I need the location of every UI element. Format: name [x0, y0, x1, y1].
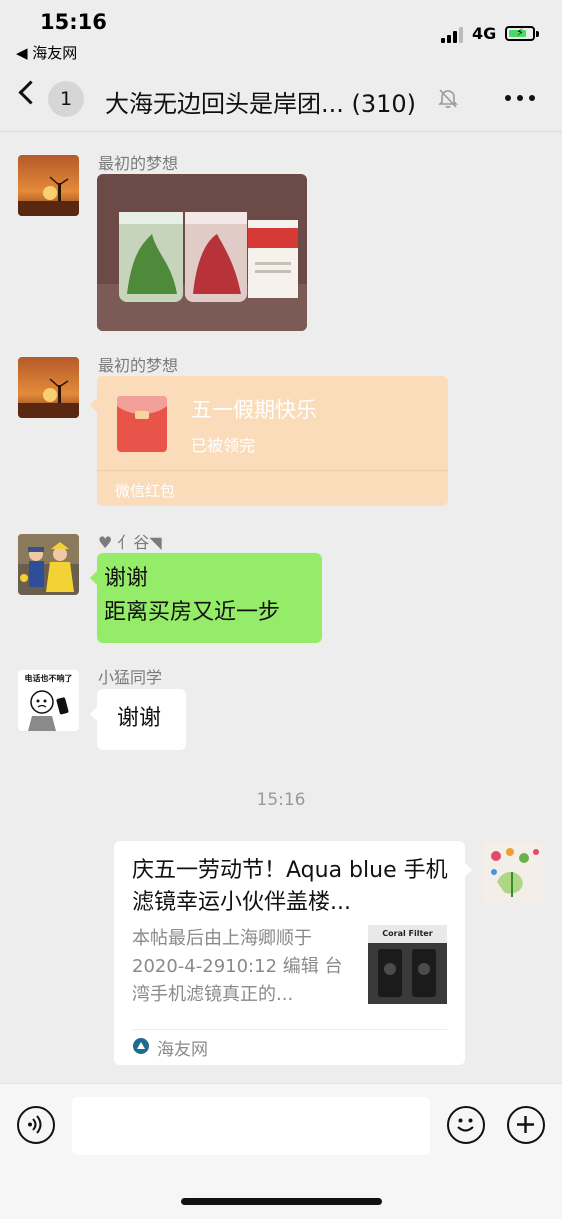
message-bubble[interactable]: 谢谢: [90, 689, 186, 750]
shared-photo[interactable]: [97, 174, 307, 331]
sender-name: 最初的梦想: [98, 356, 179, 375]
avatar-sunset[interactable]: [18, 155, 79, 216]
nav-divider: [0, 131, 562, 132]
network-type: 4G: [472, 24, 497, 43]
avatar-kids[interactable]: [18, 534, 79, 595]
signal-icon: [441, 27, 465, 43]
back-chevron-icon[interactable]: [18, 80, 43, 105]
article-card[interactable]: 庆五一劳动节！Aqua blue 手机滤镜幸运小伙伴盖楼... 本帖最后由上海卿…: [114, 841, 472, 1065]
red-envelope-icon: [117, 396, 167, 452]
message-line: 距离买房又近一步: [104, 600, 281, 625]
thumbnail-dot: [384, 963, 396, 975]
article-thumbnail: Coral Filter: [368, 925, 447, 1004]
chat-title: 大海无边回头是岸团... (310): [105, 90, 417, 118]
red-packet-greeting: 五一假期快乐: [191, 398, 317, 422]
home-indicator: [181, 1198, 382, 1205]
status-time: 15:16: [40, 10, 107, 34]
back-to-app-link[interactable]: ◀ 海友网: [16, 42, 77, 63]
thumbnail-caption: Coral Filter: [368, 925, 447, 943]
red-packet-divider: [97, 470, 448, 471]
emoji-icon[interactable]: [447, 1106, 485, 1144]
voice-icon[interactable]: [17, 1106, 55, 1144]
article-title: 庆五一劳动节！Aqua blue 手机滤镜幸运小伙伴盖楼...: [132, 858, 448, 915]
thumbnail-dot: [418, 963, 430, 975]
add-more-icon[interactable]: [507, 1106, 545, 1144]
red-packet-label: 微信红包: [115, 482, 176, 500]
chat-timestamp: 15:16: [256, 790, 306, 810]
more-options-icon[interactable]: [505, 95, 535, 101]
avatar-sticker[interactable]: 电话也不响了: [18, 670, 79, 731]
bubble-tail: [90, 707, 97, 721]
sender-name: ♥ 亻谷◥: [98, 533, 162, 552]
source-logo-icon: [133, 1038, 149, 1054]
message-line: 谢谢: [104, 566, 149, 591]
red-packet-status: 已被领完: [191, 436, 256, 455]
avatar-self[interactable]: [482, 842, 543, 903]
article-description: 本帖最后由上海卿顺于 2020-4-2910:12 编辑 台湾手机滤镜真正的..…: [132, 928, 343, 1005]
red-packet-card[interactable]: 五一假期快乐 已被领完 微信红包: [90, 376, 448, 506]
bubble-tail: [465, 863, 472, 877]
message-bubble[interactable]: 谢谢 距离买房又近一步: [90, 553, 322, 643]
battery-cap: [536, 31, 539, 37]
sender-name: 最初的梦想: [98, 154, 179, 173]
avatar-sunset[interactable]: [18, 357, 79, 418]
unread-badge[interactable]: 1: [48, 81, 84, 117]
sender-name: 小猛同学: [98, 668, 163, 687]
battery-icon: ⚡: [505, 26, 535, 41]
mute-bell-icon: [438, 89, 458, 108]
bubble-tail: [90, 398, 97, 412]
card-divider: [132, 1029, 447, 1030]
message-input[interactable]: [72, 1097, 430, 1155]
bubble-tail: [90, 571, 97, 585]
article-source: 海友网: [157, 1040, 208, 1060]
message-text: 谢谢: [117, 706, 162, 731]
